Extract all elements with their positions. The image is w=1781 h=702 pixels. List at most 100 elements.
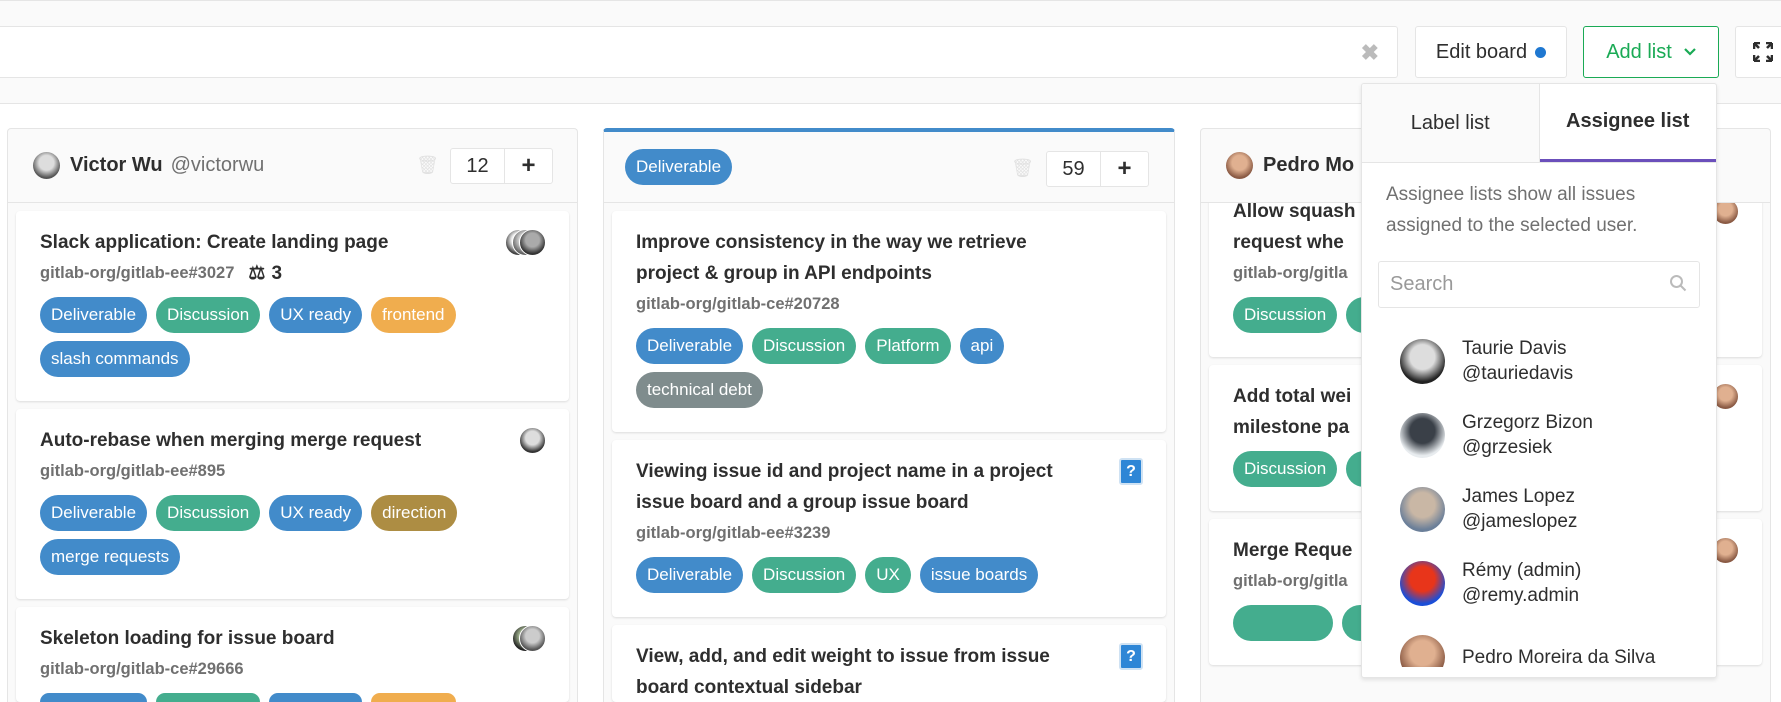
assignee-option-text: Pedro Moreira da Silva <box>1462 645 1655 668</box>
add-list-button[interactable]: Add list <box>1583 26 1719 78</box>
trash-icon[interactable]: 🗑 <box>1011 158 1034 179</box>
issue-title-line: Slack application: Create landing page <box>40 232 389 253</box>
issue-title-line: View, add, and edit weight to issue from… <box>636 646 1050 667</box>
assignee-option[interactable]: Taurie Davis @tauriedavis <box>1362 324 1716 398</box>
label-badge[interactable]: UX ready <box>269 297 363 333</box>
issue-count: 12 <box>451 149 505 183</box>
issue-labels: Deliverable Discussion UX issue boards <box>636 557 1142 593</box>
close-icon[interactable]: ✖ <box>1361 40 1379 66</box>
assignee-username: @remy.admin <box>1462 585 1580 606</box>
label-badge[interactable]: frontend <box>371 297 456 333</box>
label-badge[interactable]: direction <box>371 495 458 531</box>
label-badge[interactable]: merge requests <box>40 539 181 575</box>
help-avatar-icon: ? <box>1119 643 1143 670</box>
issue-card[interactable]: Improve consistency in the way we retrie… <box>612 211 1166 432</box>
issue-card[interactable]: Auto-rebase when merging merge request gi… <box>16 409 569 599</box>
assignee-option-text: Grzegorz Bizon @grzesiek <box>1462 410 1593 460</box>
label-badge[interactable]: UX ready <box>269 693 363 702</box>
issue-title[interactable]: Slack application: Create landing page <box>40 227 545 258</box>
label-badge[interactable]: Discussion <box>156 297 261 333</box>
assignee-avatars[interactable] <box>519 427 546 454</box>
label-badge[interactable]: UX <box>865 557 911 593</box>
filter-search-input[interactable]: ✖ <box>0 26 1398 78</box>
assignee-search[interactable] <box>1378 261 1700 308</box>
label-badge[interactable]: Deliverable <box>40 693 148 702</box>
issue-reference: gitlab-org/gitlab-ee#3027 ⚖ 3 <box>40 258 545 289</box>
assignee-name: Pedro Moreira da Silva <box>1462 646 1656 668</box>
label-badge[interactable]: Platform <box>865 328 951 364</box>
avatar <box>519 625 546 652</box>
label-badge[interactable]: UX ready <box>269 495 363 531</box>
issue-labels: Deliverable Discussion UX ready direction me… <box>40 495 545 575</box>
issue-reference: gitlab-org/gitlab-ee#895 <box>40 456 545 487</box>
list-assignee-username: @victorwu <box>170 154 265 176</box>
add-issue-button[interactable]: + <box>505 149 552 183</box>
label-badge[interactable]: Deliverable <box>40 495 148 531</box>
weight-icon: ⚖ <box>248 263 266 284</box>
issue-title[interactable]: Viewing issue id and project name in a p… <box>636 456 1142 518</box>
issue-title[interactable]: View, add, and edit weight to issue from… <box>636 641 1142 702</box>
list-label[interactable]: Deliverable <box>625 149 733 185</box>
issue-title-line: Auto-rebase when merging merge request <box>40 430 422 451</box>
label-badge[interactable]: Deliverable <box>636 557 744 593</box>
issue-ref-text: gitlab-org/gitlab-ee#3027 <box>40 264 235 282</box>
issue-reference: gitlab-org/gitlab-ee#3239 <box>636 518 1142 549</box>
label-badge[interactable]: Deliverable <box>40 297 148 333</box>
issue-reference: gitlab-org/gitlab-ce#20728 <box>636 289 1142 320</box>
label-badge[interactable]: Discussion <box>156 495 261 531</box>
add-issue-button[interactable]: + <box>1101 152 1148 186</box>
fullscreen-button[interactable] <box>1735 26 1781 78</box>
assignee-avatars[interactable]: ? <box>1119 643 1143 670</box>
list-header: Deliverable 🗑 59 + <box>604 132 1174 203</box>
label-badge[interactable]: issue boards <box>919 557 1039 593</box>
label-badge[interactable]: Discussion <box>752 557 857 593</box>
fullscreen-icon <box>1753 42 1773 62</box>
assignee-avatars[interactable]: ? <box>1119 458 1143 485</box>
tab-label-list[interactable]: Label list <box>1362 84 1540 162</box>
label-badge[interactable]: Discussion <box>752 328 857 364</box>
edit-board-label: Edit board <box>1435 40 1528 63</box>
label-badge[interactable] <box>1233 605 1333 641</box>
issue-weight-value: 3 <box>271 263 283 284</box>
assignee-option-text: Rémy (admin) @remy.admin <box>1462 558 1581 608</box>
assignee-option[interactable]: Rémy (admin) @remy.admin <box>1362 546 1716 620</box>
issue-title[interactable]: Auto-rebase when merging merge request <box>40 425 545 456</box>
avatar <box>519 427 546 454</box>
assignee-search-input[interactable] <box>1379 262 1699 307</box>
issue-card[interactable]: Skeleton loading for issue board gitlab-o… <box>16 607 569 702</box>
assignee-avatars[interactable] <box>505 229 546 256</box>
label-badge[interactable]: slash commands <box>40 341 190 377</box>
label-badge[interactable]: Discussion <box>156 693 261 702</box>
list-assignee-name: Victor Wu <box>70 154 163 176</box>
assignee-option[interactable]: Grzegorz Bizon @grzesiek <box>1362 398 1716 472</box>
assignee-option[interactable]: James Lopez @jameslopez <box>1362 472 1716 546</box>
assignee-username: @grzesiek <box>1462 437 1553 458</box>
assignee-option-text: Taurie Davis @tauriedavis <box>1462 336 1573 386</box>
assignee-avatars[interactable] <box>512 625 546 652</box>
tab-assignee-list[interactable]: Assignee list <box>1539 84 1716 162</box>
issue-card[interactable]: Viewing issue id and project name in a p… <box>612 440 1166 617</box>
issue-list: Slack application: Create landing page gi… <box>8 203 577 702</box>
label-badge[interactable]: frontend <box>371 693 456 702</box>
issue-title-line: issue board and a group issue board <box>636 492 969 513</box>
issue-card[interactable]: View, add, and edit weight to issue from… <box>612 625 1166 702</box>
assignee-option[interactable]: Pedro Moreira da Silva <box>1362 620 1716 667</box>
issue-weight: ⚖ 3 <box>248 258 282 289</box>
label-badge[interactable]: Discussion <box>1233 451 1338 487</box>
issue-card[interactable]: Slack application: Create landing page gi… <box>16 211 569 401</box>
help-avatar-icon: ? <box>1119 458 1143 485</box>
status-dot-icon <box>1535 46 1547 58</box>
label-badge[interactable]: api <box>959 328 1005 364</box>
issue-count-box: 12 + <box>450 148 553 184</box>
label-badge[interactable]: Deliverable <box>636 328 744 364</box>
assignee-name: James Lopez <box>1462 486 1576 507</box>
avatar <box>1400 560 1445 606</box>
trash-icon[interactable]: 🗑 <box>416 155 439 176</box>
label-badge[interactable]: Discussion <box>1233 297 1338 333</box>
issue-title[interactable]: Skeleton loading for issue board <box>40 623 545 654</box>
edit-board-button[interactable]: Edit board <box>1415 26 1567 78</box>
assignee-name: Rémy (admin) <box>1462 560 1582 581</box>
issue-title-line: board contextual sidebar <box>636 677 862 698</box>
label-badge[interactable]: technical debt <box>636 372 763 408</box>
issue-title[interactable]: Improve consistency in the way we retrie… <box>636 227 1142 289</box>
